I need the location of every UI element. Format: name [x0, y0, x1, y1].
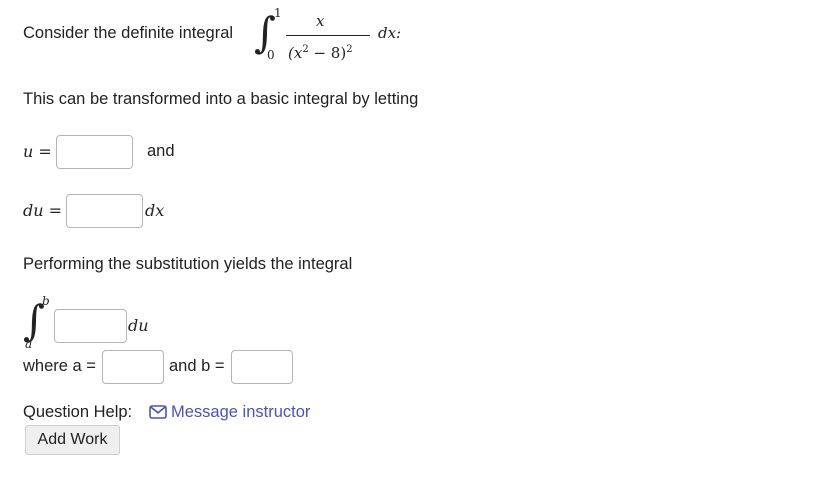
message-instructor-link[interactable]: Message instructor: [149, 402, 319, 424]
du-input[interactable]: [66, 194, 143, 228]
integrand-input[interactable]: [54, 309, 127, 343]
denominator-outer-exponent: 2: [346, 44, 353, 55]
transform-text: This can be transformed into a basic int…: [23, 90, 419, 108]
integral-upper-limit: 1: [274, 6, 282, 20]
and-text: and: [147, 142, 175, 160]
du-label: du =: [23, 201, 63, 220]
and-b-label: and b =: [169, 357, 225, 375]
envelope-icon: [149, 405, 167, 419]
integral-upper-limit-b: b: [42, 294, 50, 308]
integrand-denominator: (x2 − 8)2: [288, 44, 353, 62]
a-input[interactable]: [102, 350, 164, 384]
where-a-label: where a =: [23, 357, 96, 375]
b-input[interactable]: [231, 350, 293, 384]
u-input[interactable]: [56, 135, 133, 169]
add-work-button[interactable]: Add Work: [25, 425, 120, 455]
u-label: u =: [23, 142, 52, 161]
question-help-label: Question Help:: [23, 403, 133, 421]
intro-text: Consider the definite integral: [23, 24, 234, 42]
fraction-bar: [286, 35, 370, 36]
substitution-text: Performing the substitution yields the i…: [23, 255, 353, 273]
dx-text: dx: [145, 201, 165, 220]
message-instructor-text: Message instructor: [171, 403, 311, 421]
integrand-numerator: x: [316, 12, 325, 30]
du-differential: du: [128, 316, 149, 335]
definite-integral: ∫ 1 0 x (x2 − 8)2 dx:: [252, 4, 412, 68]
integral-lower-limit-a: a: [25, 337, 33, 351]
integral-differential: dx:: [378, 24, 402, 42]
denominator-rest: − 8): [308, 44, 347, 62]
integral-lower-limit: 0: [267, 48, 275, 62]
denominator-base: (x: [288, 44, 303, 62]
